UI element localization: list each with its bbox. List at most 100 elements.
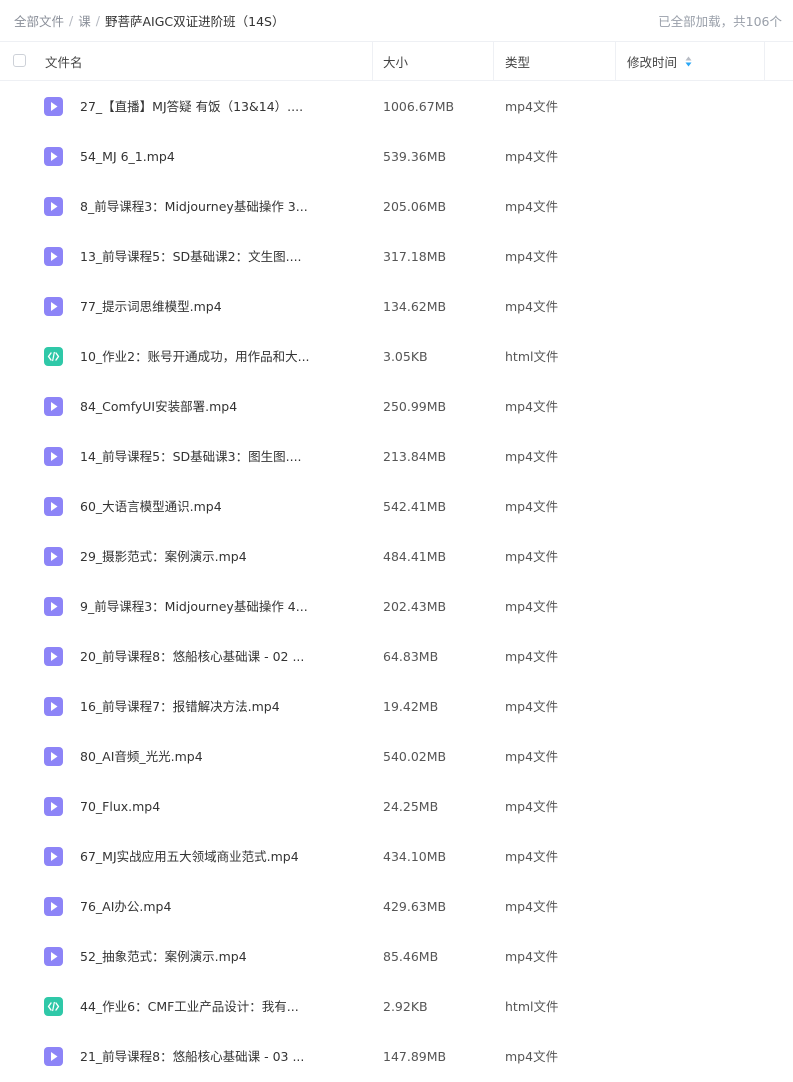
file-name[interactable]: 21_前导课程8：悠船核心基础课 - 03 ... [80,1032,304,1082]
file-size: 19.42MB [383,699,439,714]
file-name[interactable]: 29_摄影范式：案例演示.mp4 [80,532,247,582]
file-row[interactable]: 80_AI音频_光光.mp4 540.02MB mp4文件 [0,732,793,782]
file-row[interactable]: 84_ComfyUI安装部署.mp4 250.99MB mp4文件 [0,382,793,432]
file-name[interactable]: 76_AI办公.mp4 [80,882,171,932]
file-type: mp4文件 [505,899,559,914]
file-name[interactable]: 84_ComfyUI安装部署.mp4 [80,382,237,432]
file-size: 250.99MB [383,399,447,414]
file-name[interactable]: 9_前导课程3：Midjourney基础操作 4... [80,582,308,632]
file-name[interactable]: 20_前导课程8：悠船核心基础课 - 02 ... [80,632,304,682]
file-row[interactable]: 10_作业2：账号开通成功，用作品和大... 3.05KB html文件 [0,332,793,382]
file-name[interactable]: 10_作业2：账号开通成功，用作品和大... [80,332,310,382]
load-status-text: 已全部加载，共106个 [658,13,782,29]
video-file-icon [44,197,63,216]
video-file-icon [44,247,63,266]
column-divider [493,42,494,80]
file-row[interactable]: 14_前导课程5：SD基础课3：图生图.... 213.84MB mp4文件 [0,432,793,482]
video-file-icon [44,97,63,116]
file-row[interactable]: 21_前导课程8：悠船核心基础课 - 03 ... 147.89MB mp4文件 [0,1032,793,1082]
file-size: 205.06MB [383,199,447,214]
file-row[interactable]: 20_前导课程8：悠船核心基础课 - 02 ... 64.83MB mp4文件 [0,632,793,682]
column-header-modified-label: 修改时间 [627,54,678,70]
file-name[interactable]: 27_【直播】MJ答疑 有饭（13&14）.... [80,82,303,132]
file-row[interactable]: 54_MJ 6_1.mp4 539.36MB mp4文件 [0,132,793,182]
file-type: mp4文件 [505,299,559,314]
video-file-icon [44,497,63,516]
file-name[interactable]: 70_Flux.mp4 [80,782,160,832]
file-type: mp4文件 [505,699,559,714]
file-row[interactable]: 76_AI办公.mp4 429.63MB mp4文件 [0,882,793,932]
video-file-icon [44,647,63,666]
file-row[interactable]: 67_MJ实战应用五大领域商业范式.mp4 434.10MB mp4文件 [0,832,793,882]
file-type: mp4文件 [505,599,559,614]
file-type: mp4文件 [505,199,559,214]
html-file-icon [44,997,63,1016]
select-all-checkbox[interactable] [13,54,26,67]
file-size: 147.89MB [383,1049,447,1064]
file-row[interactable]: 52_抽象范式：案例演示.mp4 85.46MB mp4文件 [0,932,793,982]
file-size: 540.02MB [383,749,447,764]
file-row[interactable]: 29_摄影范式：案例演示.mp4 484.41MB mp4文件 [0,532,793,582]
column-header-name[interactable]: 文件名 [45,42,83,80]
file-type: mp4文件 [505,849,559,864]
file-type: mp4文件 [505,149,559,164]
file-name[interactable]: 60_大语言模型通识.mp4 [80,482,222,532]
file-row[interactable]: 27_【直播】MJ答疑 有饭（13&14）.... 1006.67MB mp4文件 [0,82,793,132]
file-name[interactable]: 14_前导课程5：SD基础课3：图生图.... [80,432,302,482]
top-bar: 全部文件 / 课 / 野菩萨AIGC双证进阶班（14S） 已全部加载，共106个 [0,0,793,40]
file-list: 27_【直播】MJ答疑 有饭（13&14）.... 1006.67MB mp4文件 5… [0,82,793,1082]
file-size: 317.18MB [383,249,447,264]
file-name[interactable]: 54_MJ 6_1.mp4 [80,132,175,182]
file-name[interactable]: 52_抽象范式：案例演示.mp4 [80,932,247,982]
file-row[interactable]: 8_前导课程3：Midjourney基础操作 3... 205.06MB mp4文件 [0,182,793,232]
column-header-modified[interactable]: 修改时间 [627,42,692,80]
file-row[interactable]: 9_前导课程3：Midjourney基础操作 4... 202.43MB mp4文件 [0,582,793,632]
file-name[interactable]: 13_前导课程5：SD基础课2：文生图.... [80,232,302,282]
video-file-icon [44,297,63,316]
file-type: mp4文件 [505,399,559,414]
file-type: mp4文件 [505,549,559,564]
file-size: 429.63MB [383,899,447,914]
video-file-icon [44,747,63,766]
file-type: mp4文件 [505,749,559,764]
file-type: html文件 [505,349,559,364]
file-row[interactable]: 60_大语言模型通识.mp4 542.41MB mp4文件 [0,482,793,532]
file-row[interactable]: 13_前导课程5：SD基础课2：文生图.... 317.18MB mp4文件 [0,232,793,282]
file-row[interactable]: 44_作业6：CMF工业产品设计：我有... 2.92KB html文件 [0,982,793,1032]
file-name[interactable]: 16_前导课程7：报错解决方法.mp4 [80,682,280,732]
breadcrumb-all-files[interactable]: 全部文件 [14,11,64,30]
breadcrumb-course-folder[interactable]: 课 [78,11,91,30]
column-header-type[interactable]: 类型 [505,42,530,80]
file-name[interactable]: 80_AI音频_光光.mp4 [80,732,203,782]
file-size: 542.41MB [383,499,447,514]
file-size: 539.36MB [383,149,447,164]
file-size: 85.46MB [383,949,439,964]
file-name[interactable]: 67_MJ实战应用五大领域商业范式.mp4 [80,832,299,882]
file-row[interactable]: 70_Flux.mp4 24.25MB mp4文件 [0,782,793,832]
file-name[interactable]: 77_提示词思维模型.mp4 [80,282,222,332]
breadcrumb-separator: / [69,12,74,28]
video-file-icon [44,547,63,566]
file-size: 134.62MB [383,299,447,314]
file-size: 2.92KB [383,999,428,1014]
sort-icon[interactable] [685,56,692,67]
file-size: 484.41MB [383,549,447,564]
file-name[interactable]: 44_作业6：CMF工业产品设计：我有... [80,982,299,1032]
column-divider [615,42,616,80]
file-type: html文件 [505,999,559,1014]
file-type: mp4文件 [505,949,559,964]
file-row[interactable]: 77_提示词思维模型.mp4 134.62MB mp4文件 [0,282,793,332]
file-size: 3.05KB [383,349,428,364]
file-type: mp4文件 [505,99,559,114]
file-row[interactable]: 16_前导课程7：报错解决方法.mp4 19.42MB mp4文件 [0,682,793,732]
file-size: 64.83MB [383,649,439,664]
file-type: mp4文件 [505,499,559,514]
file-type: mp4文件 [505,249,559,264]
file-name[interactable]: 8_前导课程3：Midjourney基础操作 3... [80,182,308,232]
file-size: 202.43MB [383,599,447,614]
file-size: 1006.67MB [383,99,455,114]
file-type: mp4文件 [505,1049,559,1064]
file-size: 434.10MB [383,849,447,864]
video-file-icon [44,947,63,966]
column-header-size[interactable]: 大小 [383,42,408,80]
